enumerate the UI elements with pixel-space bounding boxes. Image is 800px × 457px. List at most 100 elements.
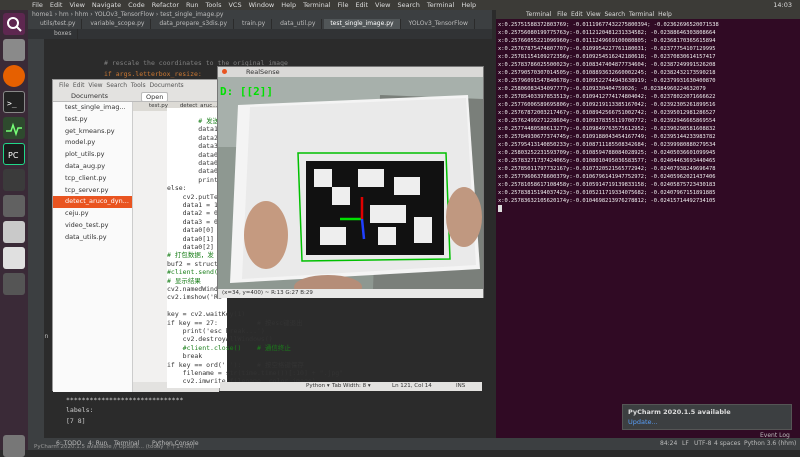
menu-item[interactable]: File bbox=[59, 82, 69, 89]
indent-setting[interactable]: 4 spaces bbox=[714, 438, 740, 450]
ubuntu-launcher: >_ PC bbox=[0, 10, 28, 457]
terminal-cursor bbox=[498, 205, 502, 212]
breadcrumb-item[interactable]: home1 bbox=[32, 11, 53, 18]
list-item[interactable]: test_single_imag... bbox=[53, 102, 132, 114]
tab-file[interactable]: train.py bbox=[236, 19, 273, 29]
event-log-button[interactable]: Event Log bbox=[760, 432, 790, 439]
caret-position[interactable]: 84:24 bbox=[660, 438, 677, 450]
breadcrumb-item[interactable]: YOLOv3_TensorFlow bbox=[95, 11, 154, 18]
terminal-line: x:0.25781058617108458y:-0.01059147191398… bbox=[498, 182, 716, 188]
menu-item[interactable]: Code bbox=[128, 0, 145, 10]
menu-item[interactable]: Navigate bbox=[92, 0, 121, 10]
tab-file[interactable]: data_prepare_s3dis.py bbox=[153, 19, 235, 29]
menu-item[interactable]: Help bbox=[658, 11, 672, 18]
menu-item[interactable]: Help bbox=[281, 0, 296, 10]
menu-item[interactable]: View bbox=[375, 0, 390, 10]
trash-icon[interactable] bbox=[3, 435, 25, 457]
files-icon[interactable] bbox=[3, 39, 25, 61]
menu-item[interactable]: Window bbox=[249, 0, 275, 10]
menu-item[interactable]: Search bbox=[106, 82, 127, 89]
tab-boxes[interactable]: boxes bbox=[48, 29, 79, 39]
terminal-window: Terminal File Edit View Search Terminal … bbox=[496, 10, 800, 450]
terminal-line: x:0.25767872003217467y:-0.01089425667510… bbox=[498, 110, 716, 116]
close-icon[interactable] bbox=[222, 69, 227, 74]
list-item[interactable]: test.py bbox=[53, 114, 132, 126]
tab-file[interactable]: utils/test.py bbox=[34, 19, 83, 29]
interpreter[interactable]: Python 3.6 (hhm) bbox=[744, 438, 796, 450]
list-item-selected[interactable]: detect_aruco_dyn... bbox=[53, 196, 132, 209]
terminal-line: x:0.25806083434097777y:-0.01093304047590… bbox=[498, 86, 706, 92]
list-item[interactable]: tcp_server.py bbox=[53, 185, 132, 197]
menu-item[interactable]: Run bbox=[186, 0, 198, 10]
terminal-line: x:0.25790570307014505y:-0.01088936326600… bbox=[498, 70, 716, 76]
system-monitor-icon[interactable] bbox=[3, 117, 25, 139]
menu-item[interactable]: Tools bbox=[205, 0, 221, 10]
terminal-line: x:0.25803252231593709y:-0.01085947880840… bbox=[498, 150, 716, 156]
menu-item[interactable]: View bbox=[69, 0, 84, 10]
camera-app-icon[interactable] bbox=[3, 247, 25, 269]
list-item[interactable]: data_utils.py bbox=[53, 232, 132, 244]
list-item[interactable]: model.py bbox=[53, 137, 132, 149]
disk-icon[interactable] bbox=[3, 273, 25, 295]
language-selector[interactable]: Python ▾ bbox=[306, 382, 330, 391]
terminal-line: x:0.25776006589695806y:-0.01092191133851… bbox=[498, 102, 716, 108]
list-item[interactable]: plot_utils.py bbox=[53, 149, 132, 161]
list-item[interactable]: get_kmeans.py bbox=[53, 126, 132, 138]
terminal-icon[interactable]: >_ bbox=[3, 91, 25, 113]
text-editor-icon[interactable] bbox=[3, 195, 25, 217]
menu-item[interactable]: View bbox=[88, 82, 102, 89]
tab-test[interactable]: test.py bbox=[133, 103, 168, 109]
list-item[interactable]: data_aug.py bbox=[53, 161, 132, 173]
search-icon[interactable] bbox=[3, 13, 25, 35]
menu-item[interactable]: Search bbox=[605, 11, 626, 18]
terminal-output[interactable]: x:0.25751588372803769; -0.01119677432275… bbox=[496, 21, 800, 221]
editor-tabs: utils/test.py variable_scope.py data_pre… bbox=[28, 19, 492, 29]
project-tool-strip[interactable] bbox=[28, 39, 44, 339]
breadcrumb-item[interactable]: hm bbox=[59, 11, 69, 18]
tab-file[interactable]: YOLOv3_TensorFlow bbox=[403, 19, 475, 29]
update-link[interactable]: Update... bbox=[628, 418, 786, 426]
list-item[interactable]: video_test.py bbox=[53, 220, 132, 232]
line-separator[interactable]: LF bbox=[682, 438, 689, 450]
firefox-icon[interactable] bbox=[3, 65, 25, 87]
open-button[interactable]: Open bbox=[141, 92, 169, 102]
menu-item[interactable]: Terminal bbox=[303, 0, 330, 10]
terminal-line: x:0.25783786025500023y:-0.01083474048777… bbox=[498, 62, 716, 68]
menu-item[interactable]: File bbox=[338, 0, 349, 10]
breadcrumb-item[interactable]: test_single_image.py bbox=[160, 11, 223, 18]
tab-file[interactable]: data_util.py bbox=[274, 19, 323, 29]
menu-item[interactable]: Tools bbox=[131, 82, 146, 89]
settings-icon[interactable] bbox=[3, 221, 25, 243]
file-encoding[interactable]: UTF-8 bbox=[694, 438, 712, 450]
tab-width-selector[interactable]: Tab Width: 8 ▾ bbox=[332, 382, 371, 391]
menu-item[interactable]: Terminal bbox=[629, 11, 654, 18]
menu-item[interactable]: Edit bbox=[73, 82, 85, 89]
documents-dropdown[interactable]: Documents bbox=[71, 92, 108, 100]
run-tool-strip[interactable] bbox=[28, 330, 44, 438]
tab-file-active[interactable]: test_single_image.py bbox=[324, 19, 401, 29]
notification-title: PyCharm 2020.1.5 available bbox=[628, 408, 731, 416]
breadcrumb-item[interactable]: hhm bbox=[75, 11, 88, 18]
menu-item[interactable]: Refactor bbox=[152, 0, 179, 10]
menu-item[interactable]: Terminal bbox=[526, 11, 551, 18]
menu-item[interactable]: File bbox=[32, 0, 43, 10]
tab-file[interactable]: variable_scope.py bbox=[84, 19, 152, 29]
menu-item[interactable]: Documents bbox=[149, 82, 183, 89]
pycharm-icon[interactable]: PC bbox=[3, 143, 25, 165]
aruco-id-overlay: D: [[2]] bbox=[220, 85, 273, 98]
menu-item[interactable]: Edit bbox=[571, 11, 583, 18]
update-notification[interactable]: PyCharm 2020.1.5 available Update... bbox=[622, 404, 792, 430]
menu-item[interactable]: Help bbox=[461, 0, 476, 10]
menu-item[interactable]: VCS bbox=[228, 0, 241, 10]
list-item[interactable]: ceju.py bbox=[53, 208, 132, 220]
menu-item[interactable]: Terminal bbox=[427, 0, 454, 10]
terminal-line: x:0.25783632105620174y:-0.01046982139762… bbox=[498, 198, 716, 204]
menu-item[interactable]: View bbox=[586, 11, 600, 18]
menu-item[interactable]: Edit bbox=[355, 0, 368, 10]
pycharm-secondary-icon[interactable] bbox=[3, 169, 25, 191]
realsense-window: RealSense D: [[2]] (x=34, y=400) ~ R:13 … bbox=[217, 66, 484, 298]
menu-item[interactable]: File bbox=[557, 11, 567, 18]
list-item[interactable]: tcp_client.py bbox=[53, 173, 132, 185]
menu-item[interactable]: Search bbox=[397, 0, 419, 10]
menu-item[interactable]: Edit bbox=[50, 0, 63, 10]
